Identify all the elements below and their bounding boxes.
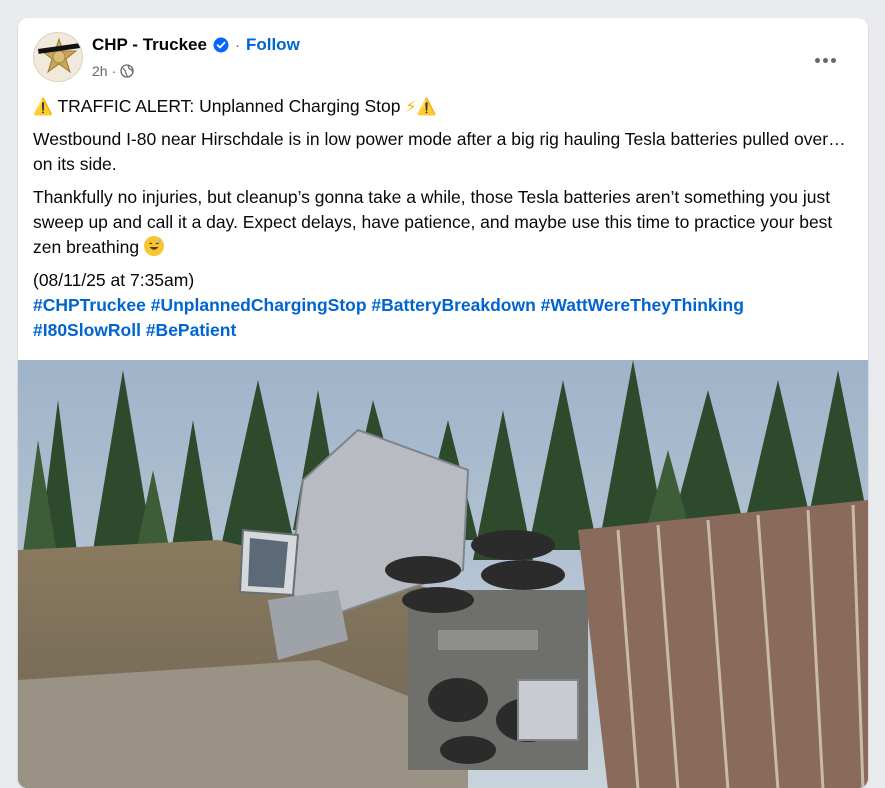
- post-date: (08/11/25 at 7:35am): [33, 270, 195, 290]
- avatar[interactable]: [33, 32, 83, 82]
- post-meta: 2h ·: [92, 63, 134, 79]
- paragraph-2: Thankfully no injuries, but cleanup’s go…: [33, 185, 853, 260]
- separator-dot: ·: [111, 63, 117, 79]
- lightning-emoji-icon: ⚡: [405, 97, 417, 116]
- post-time[interactable]: 2h: [92, 63, 108, 79]
- hashtag-link[interactable]: #BatteryBreakdown: [371, 295, 535, 315]
- paragraph-1: Westbound I-80 near Hirschdale is in low…: [33, 129, 846, 174]
- post-text: ⚠️ TRAFFIC ALERT: Unplanned Charging Sto…: [33, 94, 853, 343]
- overturned-truck-image: [18, 360, 868, 788]
- hashtag-list: #CHPTruckee #UnplannedChargingStop #Batt…: [33, 293, 853, 343]
- warning-emoji-icon: ⚠️: [33, 97, 53, 116]
- sweat-smile-emoji-icon: [143, 236, 164, 256]
- author-row: CHP - Truckee · Follow: [92, 35, 300, 55]
- post-photo[interactable]: [18, 360, 868, 788]
- alert-text: TRAFFIC ALERT: Unplanned Charging Stop: [57, 96, 401, 116]
- post-header: CHP - Truckee · Follow 2h ·: [33, 32, 853, 84]
- warning-emoji-icon: ⚠️: [416, 97, 437, 116]
- hashtag-link[interactable]: #UnplannedChargingStop: [151, 295, 367, 315]
- more-options-icon[interactable]: [807, 42, 843, 78]
- page-name[interactable]: CHP - Truckee: [92, 35, 207, 55]
- hashtag-link[interactable]: #WattWereTheyThinking: [541, 295, 744, 315]
- alert-line: ⚠️ TRAFFIC ALERT: Unplanned Charging Sto…: [33, 94, 853, 119]
- verified-badge-icon: [213, 37, 229, 53]
- follow-button[interactable]: Follow: [246, 35, 300, 55]
- globe-icon[interactable]: [120, 64, 134, 78]
- hashtag-link[interactable]: #CHPTruckee: [33, 295, 146, 315]
- post-card: CHP - Truckee · Follow 2h · ⚠️ TRAFFIC A…: [18, 18, 868, 788]
- separator-dot: ·: [234, 36, 240, 54]
- hashtag-link[interactable]: #BePatient: [146, 320, 236, 340]
- chp-badge-icon: [34, 33, 82, 81]
- hashtag-link[interactable]: #I80SlowRoll: [33, 320, 141, 340]
